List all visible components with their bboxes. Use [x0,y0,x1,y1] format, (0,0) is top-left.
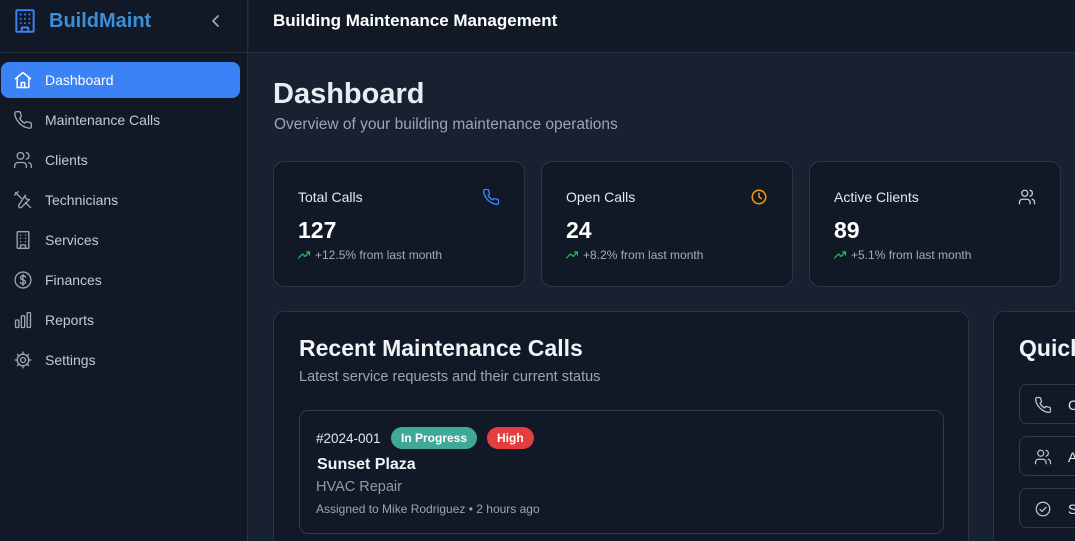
clock-icon [750,188,768,206]
top-bar: Building Maintenance Management [249,0,1075,53]
quick-action-label: C [1068,397,1075,413]
sidebar-item-label: Reports [45,312,95,328]
stat-trend: +8.2% from last month [566,248,703,262]
sidebar-item-label: Maintenance Calls [45,112,161,128]
phone-icon [13,110,33,130]
call-meta: Assigned to Mike Rodriguez • 2 hours ago [316,502,540,516]
home-icon [13,70,33,90]
sidebar-item-label: Settings [45,352,96,368]
stat-trend-text: +8.2% from last month [583,248,704,262]
priority-badge: High [487,427,534,449]
stat-label: Active Clients [834,189,919,205]
phone-icon [1034,396,1052,414]
dollar-icon [13,270,33,290]
sidebar-item-label: Clients [45,152,88,168]
tools-icon [13,190,33,210]
sidebar-item-finances[interactable]: Finances [1,262,240,298]
stat-card-total-calls: Total Calls 127 +12.5% from last month [273,161,525,287]
building-icon [13,230,33,250]
quick-action-button[interactable]: S [1019,488,1075,528]
recent-calls-subtitle: Latest service requests and their curren… [299,369,601,385]
quick-actions-title: Quick [1019,335,1075,361]
quick-action-label: S [1068,501,1075,517]
quick-action-button[interactable]: A [1019,436,1075,476]
quick-actions-card: Quick C A S [993,311,1075,541]
call-service: HVAC Repair [316,479,402,495]
sidebar-nav: Dashboard Maintenance Calls Clients Tech… [0,62,248,382]
stat-value: 24 [566,217,592,243]
trending-up-icon [566,251,578,259]
users-icon [13,150,33,170]
recent-calls-card: Recent Maintenance Calls Latest service … [273,311,969,541]
bar-chart-icon [13,310,33,330]
sidebar-item-label: Dashboard [45,72,114,88]
stat-label: Open Calls [566,189,636,205]
sidebar-item-maintenance-calls[interactable]: Maintenance Calls [1,102,240,138]
stat-value: 127 [298,217,337,243]
stat-trend: +5.1% from last month [834,248,971,262]
sidebar-item-settings[interactable]: Settings [1,342,240,378]
users-icon [1018,188,1036,206]
status-badge: In Progress [391,427,478,449]
stat-card-active-clients: Active Clients 89 +5.1% from last month [809,161,1061,287]
trending-up-icon [298,251,310,259]
sidebar-item-technicians[interactable]: Technicians [1,182,240,218]
sidebar-item-label: Technicians [45,192,119,208]
quick-action-button[interactable]: C [1019,384,1075,424]
stat-value: 89 [834,217,860,243]
sidebar-item-label: Finances [45,272,102,288]
sidebar-item-dashboard[interactable]: Dashboard [1,62,240,98]
sidebar-item-services[interactable]: Services [1,222,240,258]
app-title: Building Maintenance Management [273,11,558,30]
brand-name: BuildMaint [49,10,152,32]
building-logo-icon [12,8,38,39]
call-item[interactable]: #2024-001 In Progress High Sunset Plaza … [299,410,944,534]
stat-trend-text: +12.5% from last month [315,248,443,262]
gear-icon [13,350,33,370]
phone-icon [482,188,500,206]
check-circle-icon [1034,500,1052,518]
stat-card-open-calls: Open Calls 24 +8.2% from last month [541,161,793,287]
call-building: Sunset Plaza [317,456,416,473]
stat-trend: +12.5% from last month [298,248,442,262]
sidebar-item-clients[interactable]: Clients [1,142,240,178]
page-subtitle: Overview of your building maintenance op… [274,116,618,133]
sidebar-item-reports[interactable]: Reports [1,302,240,338]
stat-trend-text: +5.1% from last month [851,248,972,262]
stat-label: Total Calls [298,189,363,205]
call-id: #2024-001 [316,431,381,446]
quick-action-label: A [1068,449,1075,465]
users-icon [1034,448,1052,466]
chevron-left-icon[interactable] [208,12,224,30]
sidebar-item-label: Services [45,232,99,248]
sidebar: BuildMaint Dashboard Maintenance Calls C… [0,0,248,541]
brand: BuildMaint [0,0,247,53]
trending-up-icon [834,251,846,259]
recent-calls-title: Recent Maintenance Calls [299,335,583,361]
page-title: Dashboard [273,78,425,110]
